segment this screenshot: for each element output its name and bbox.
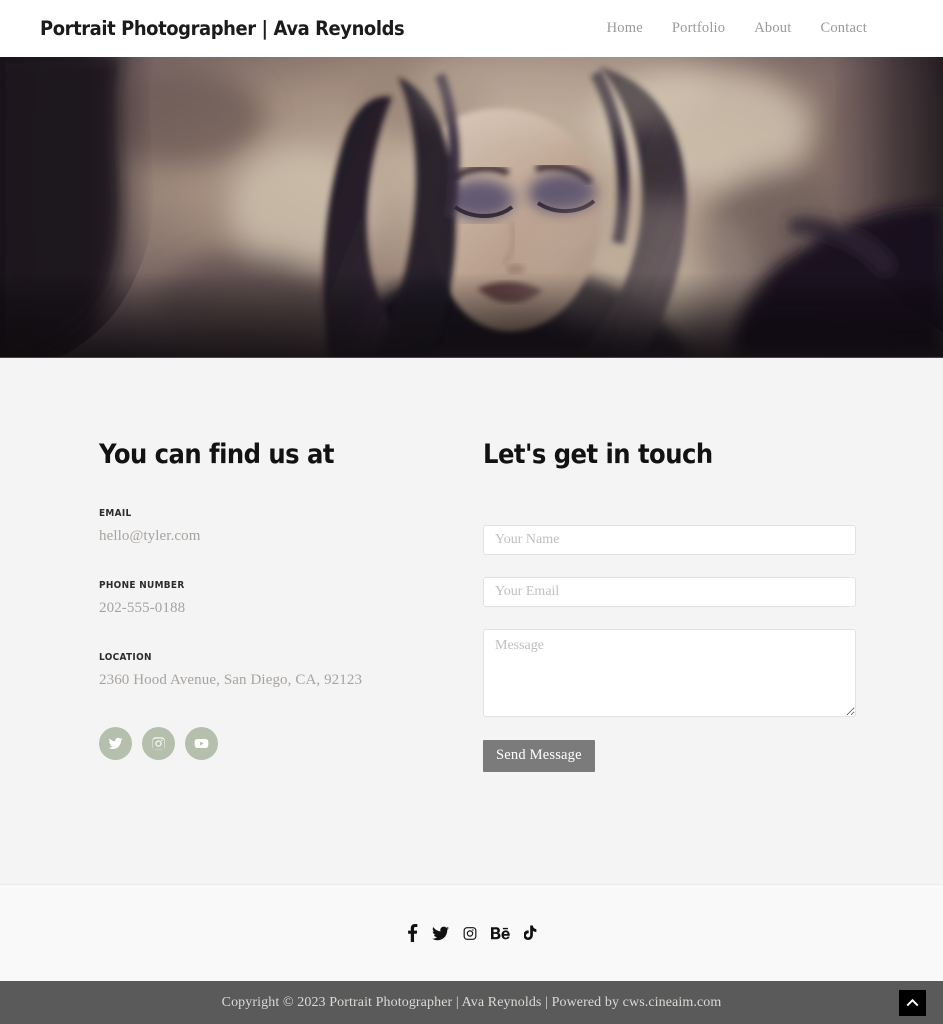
contact-form: Send Message xyxy=(483,524,903,772)
contact-social-links xyxy=(99,726,412,760)
page-root: Portrait Photographer | Ava Reynolds Hom… xyxy=(0,0,943,1024)
back-to-top-button[interactable] xyxy=(899,989,926,1016)
site-header: Portrait Photographer | Ava Reynolds Hom… xyxy=(0,0,943,57)
location-label: LOCATION xyxy=(99,651,152,663)
facebook-icon xyxy=(407,924,417,942)
name-input[interactable] xyxy=(483,524,856,555)
youtube-icon xyxy=(194,738,209,748)
contact-info-location: LOCATION 2360 Hood Avenue, San Diego, CA… xyxy=(99,652,412,691)
nav-link-about[interactable]: About xyxy=(754,20,791,37)
copyright-bar: Copyright © 2023 Portrait Photographer |… xyxy=(0,981,943,1024)
email-label: EMAIL xyxy=(99,507,132,519)
contact-info-column: You can find us at EMAIL hello@tyler.com… xyxy=(40,440,412,772)
message-textarea[interactable] xyxy=(483,628,856,717)
twitter-icon xyxy=(108,737,123,749)
hero-photo xyxy=(0,57,943,358)
contact-info-email: EMAIL hello@tyler.com xyxy=(99,508,412,547)
twitter-icon xyxy=(431,926,449,940)
send-message-button[interactable]: Send Message xyxy=(483,739,595,772)
email-input[interactable] xyxy=(483,576,856,607)
behance-icon xyxy=(490,926,510,939)
chevron-up-icon xyxy=(906,998,919,1007)
social-link-youtube[interactable] xyxy=(185,726,218,760)
social-link-twitter[interactable] xyxy=(99,726,132,760)
phone-label: PHONE NUMBER xyxy=(99,579,185,591)
footer-social-twitter[interactable] xyxy=(431,924,449,942)
instagram-icon xyxy=(463,926,476,940)
contact-info-heading: You can find us at xyxy=(99,439,334,470)
footer-social-behance[interactable] xyxy=(490,924,510,942)
contact-info-phone: PHONE NUMBER 202-555-0188 xyxy=(99,580,412,619)
phone-value[interactable]: 202-555-0188 xyxy=(99,599,412,619)
footer-social-facebook[interactable] xyxy=(407,924,418,942)
main-navigation: Home Portfolio About Contact xyxy=(607,20,905,37)
contact-form-column: Let's get in touch Send Message xyxy=(412,440,903,772)
location-value[interactable]: 2360 Hood Avenue, San Diego, CA, 92123 xyxy=(99,671,412,691)
nav-link-home[interactable]: Home xyxy=(607,20,643,37)
instagram-icon xyxy=(152,736,165,750)
nav-link-portfolio[interactable]: Portfolio xyxy=(672,20,725,37)
copyright-text: Copyright © 2023 Portrait Photographer |… xyxy=(221,994,722,1010)
tiktok-icon xyxy=(523,925,536,941)
hero-banner-image xyxy=(0,57,943,358)
nav-link-contact[interactable]: Contact xyxy=(820,20,867,37)
footer-social-bar xyxy=(0,884,943,981)
contact-section: You can find us at EMAIL hello@tyler.com… xyxy=(0,358,943,884)
social-link-instagram[interactable] xyxy=(142,726,175,760)
email-value[interactable]: hello@tyler.com xyxy=(99,527,412,547)
contact-form-heading: Let's get in touch xyxy=(483,439,713,470)
site-brand-title: Portrait Photographer | Ava Reynolds xyxy=(40,17,405,40)
footer-social-instagram[interactable] xyxy=(463,924,477,942)
footer-social-tiktok[interactable] xyxy=(523,924,537,942)
